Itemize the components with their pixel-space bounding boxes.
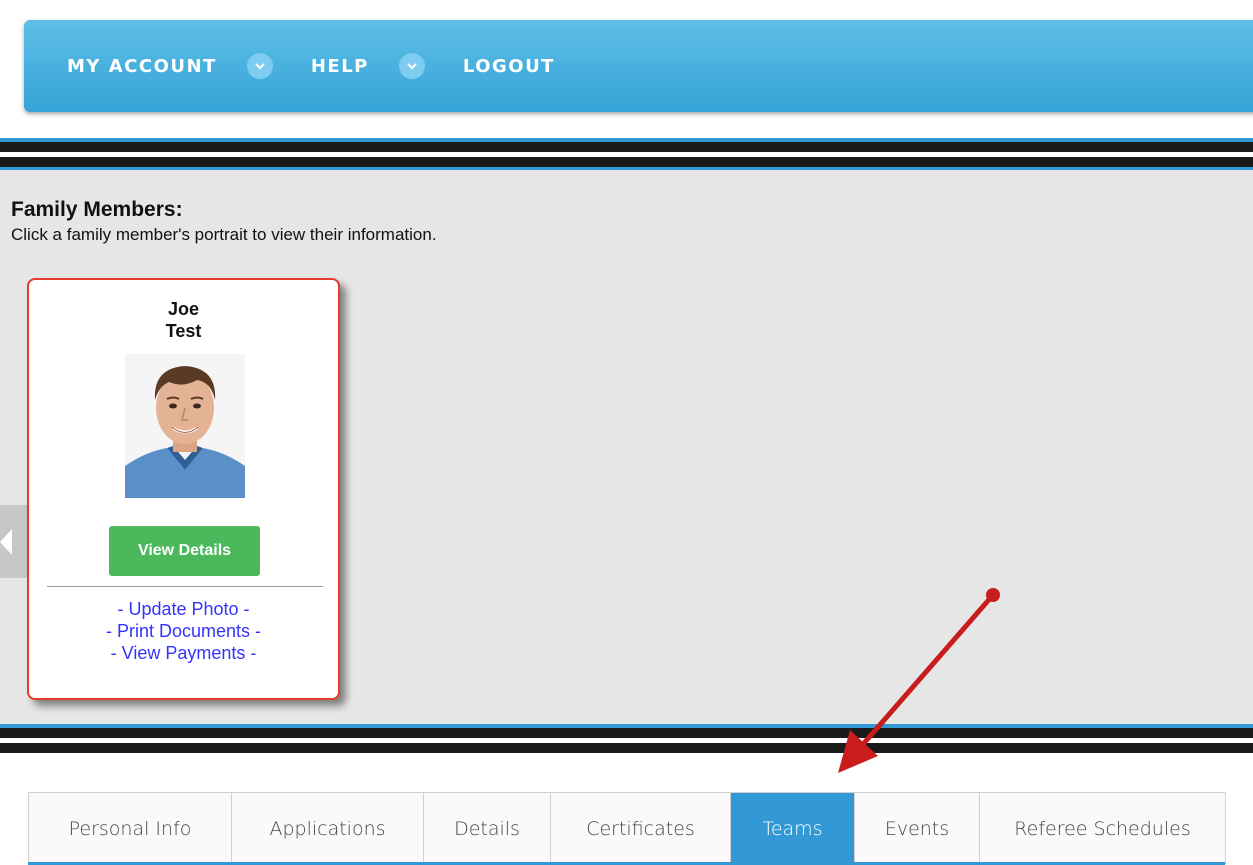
tab-certificates[interactable]: Certificates	[551, 793, 731, 864]
member-action-links: - Update Photo - - Print Documents - - V…	[29, 598, 338, 664]
nav-my-account[interactable]: MY ACCOUNT	[67, 56, 217, 77]
tab-personal-info[interactable]: Personal Info	[29, 793, 232, 864]
nav-items: MY ACCOUNT HELP LOGOUT	[67, 20, 555, 112]
help-dropdown-icon[interactable]	[398, 53, 425, 79]
page: MY ACCOUNT HELP LOGOUT Family Members: C…	[0, 0, 1253, 865]
card-divider	[47, 586, 323, 587]
member-last-name: Test	[165, 321, 202, 341]
tab-teams[interactable]: Teams	[731, 793, 855, 864]
top-divider	[0, 138, 1253, 171]
my-account-dropdown-icon[interactable]	[246, 53, 273, 79]
nav-help[interactable]: HELP	[311, 56, 369, 77]
member-first-name: Joe	[167, 299, 200, 319]
member-tabs: Personal Info Applications Details Certi…	[28, 792, 1226, 864]
print-documents-link[interactable]: - Print Documents -	[29, 620, 338, 642]
top-navbar: MY ACCOUNT HELP LOGOUT	[24, 20, 1253, 112]
update-photo-link[interactable]: - Update Photo -	[29, 598, 338, 620]
tab-referee-schedules[interactable]: Referee Schedules	[980, 793, 1226, 864]
member-portrait[interactable]	[125, 354, 245, 498]
tab-events[interactable]: Events	[855, 793, 980, 864]
nav-logout[interactable]: LOGOUT	[463, 56, 555, 77]
portrait-image	[125, 354, 245, 498]
caret-left-icon	[0, 528, 12, 555]
tab-details[interactable]: Details	[424, 793, 551, 864]
family-member-card[interactable]: Joe Test View Details - Update Photo - -…	[27, 278, 340, 700]
red-arrow-annotation	[838, 588, 1000, 773]
member-name: Joe Test	[29, 298, 338, 342]
view-payments-link[interactable]: - View Payments -	[29, 642, 338, 664]
bottom-divider	[0, 724, 1253, 753]
family-members-panel: Family Members: Click a family member's …	[0, 170, 1253, 724]
view-details-button[interactable]: View Details	[109, 526, 260, 576]
family-members-title: Family Members:	[11, 198, 183, 221]
tab-applications[interactable]: Applications	[232, 793, 424, 864]
family-members-hint: Click a family member's portrait to view…	[11, 225, 437, 244]
